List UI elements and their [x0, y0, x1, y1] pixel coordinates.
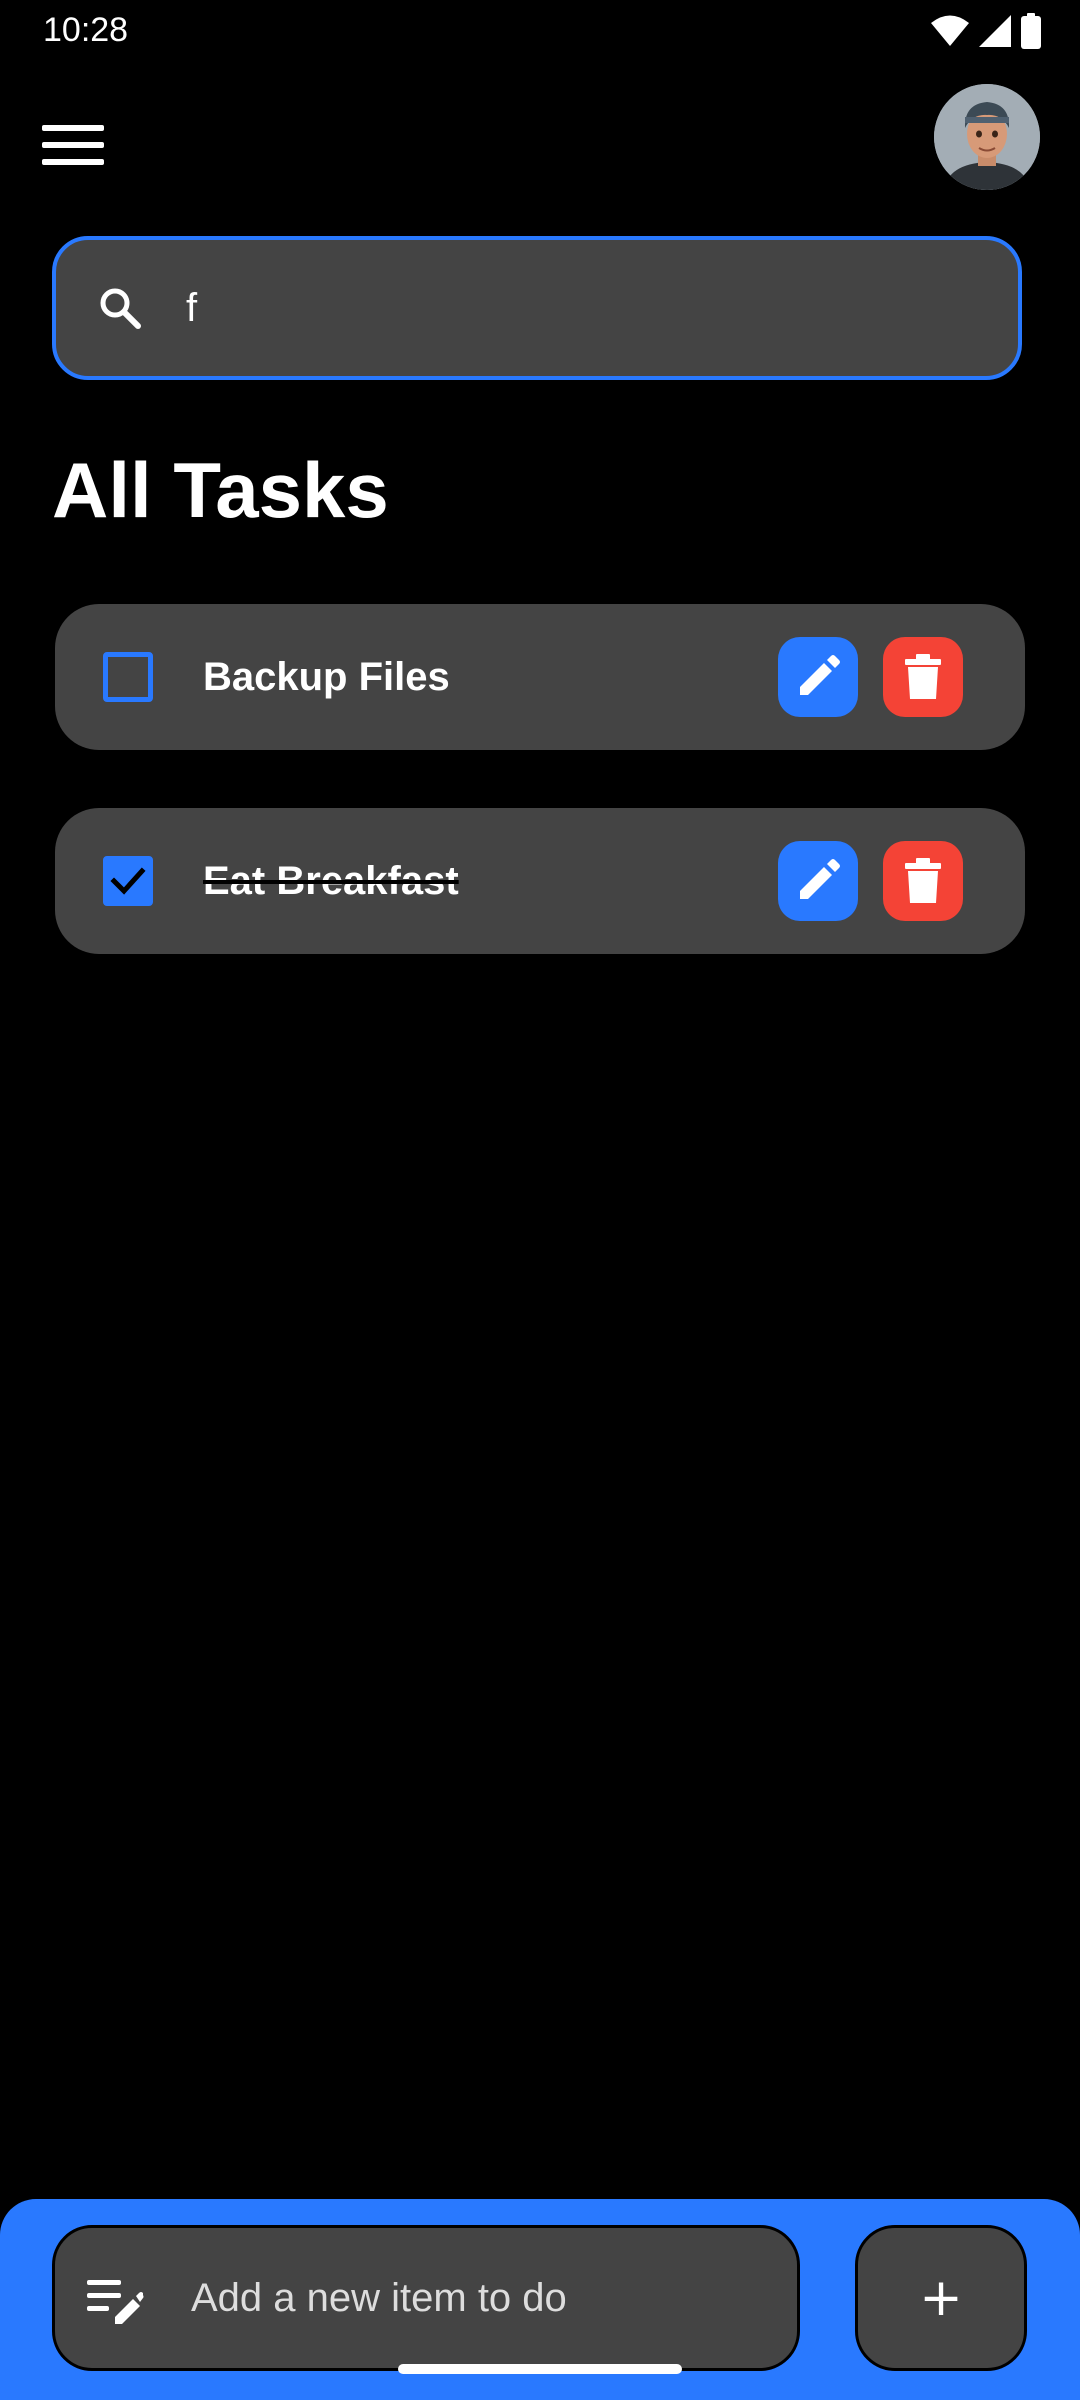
search-field[interactable]	[52, 236, 1022, 380]
edit-button[interactable]	[778, 841, 858, 921]
task-item: Backup Files	[55, 604, 1025, 750]
pencil-icon	[800, 655, 840, 695]
search-input[interactable]	[186, 268, 986, 348]
task-item: Eat Breakfast	[55, 808, 1025, 954]
task-label: Eat Breakfast	[203, 859, 459, 903]
task-checkbox[interactable]	[103, 652, 153, 702]
home-indicator[interactable]	[398, 2364, 682, 2374]
app-bar	[0, 62, 1080, 212]
checkmark-icon	[110, 867, 146, 895]
battery-icon	[1021, 13, 1041, 49]
page-title: All Tasks	[52, 446, 389, 534]
status-icons	[930, 12, 1042, 50]
trash-icon	[905, 858, 941, 903]
hamburger-menu-icon	[42, 125, 104, 165]
task-checkbox[interactable]	[103, 856, 153, 906]
pencil-icon	[800, 859, 840, 899]
edit-note-icon	[87, 2280, 144, 2324]
avatar[interactable]	[934, 84, 1040, 190]
status-bar: 10:28	[0, 0, 1080, 62]
add-item-field[interactable]	[52, 2225, 800, 2371]
add-item-input[interactable]	[191, 2258, 771, 2338]
delete-button[interactable]	[883, 841, 963, 921]
wifi-icon	[931, 15, 969, 46]
edit-button[interactable]	[778, 637, 858, 717]
delete-button[interactable]	[883, 637, 963, 717]
signal-icon	[979, 15, 1011, 47]
search-icon	[100, 288, 141, 329]
user-avatar-icon	[934, 84, 1040, 190]
task-label: Backup Files	[203, 655, 450, 699]
menu-button[interactable]	[30, 102, 116, 188]
trash-icon	[905, 654, 941, 699]
status-time: 10:28	[43, 11, 129, 49]
add-button[interactable]: +	[855, 2225, 1027, 2371]
